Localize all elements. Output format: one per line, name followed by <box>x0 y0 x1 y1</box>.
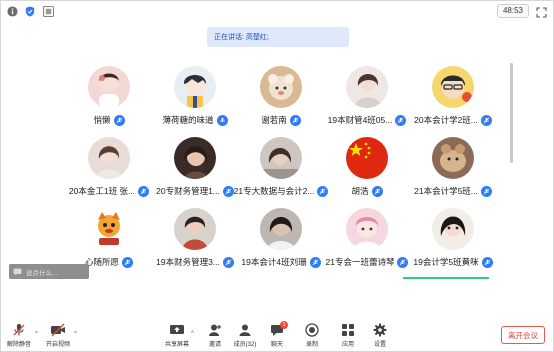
avatar <box>260 208 302 250</box>
participant-name: 谢若南 <box>261 115 287 125</box>
participant-name: 21专大数据与会计2... <box>233 186 315 196</box>
meeting-window: 48:53 正在讲话: 高楚红; 悄懒 薄荷糖的味道 谢若南 19本财管4班05… <box>0 0 554 352</box>
participant-name: 薄荷糖的味道 <box>162 115 214 125</box>
avatar <box>346 66 388 108</box>
invite-label: 邀请 <box>208 342 221 348</box>
unmute-button[interactable]: 解除静音 <box>4 323 34 348</box>
avatar <box>174 66 216 108</box>
shield-icon[interactable] <box>24 5 36 17</box>
avatar <box>346 137 388 179</box>
settings-label: 设置 <box>373 342 386 348</box>
meeting-timer: 48:53 <box>496 4 529 18</box>
chat-input-preview[interactable]: 说点什么... <box>9 264 89 279</box>
apps-button[interactable]: 应用 <box>333 323 363 348</box>
mic-icon <box>113 114 125 126</box>
avatar <box>88 66 130 108</box>
settings-button[interactable]: 设置 <box>365 323 395 348</box>
participant-name: 21专会一班蕾诗琴 <box>325 257 395 267</box>
participant-name: 19本财管4班05... <box>327 115 393 125</box>
participant-tile[interactable]: 19会计学5班黄咪 <box>396 207 506 273</box>
mic-icon <box>481 256 493 268</box>
share-screen-icon <box>170 325 184 334</box>
leave-meeting-button[interactable]: 离开会议 <box>501 326 545 344</box>
info-icon[interactable] <box>6 5 18 17</box>
participant-name: 19本会计4班刘珊 <box>241 257 307 267</box>
avatar <box>432 66 474 108</box>
participant-name: 20本会计学2班... <box>414 115 478 125</box>
avatar <box>174 208 216 250</box>
record-label: 录制 <box>305 342 318 348</box>
members-icon <box>239 324 251 336</box>
audio-options-chevron-icon[interactable]: ^ <box>35 331 38 337</box>
grid-view-icon[interactable] <box>42 5 54 17</box>
chat-button[interactable]: 1 聊天 <box>262 321 292 348</box>
avatar <box>432 208 474 250</box>
start-video-label: 开启视频 <box>45 342 70 348</box>
participant-tile[interactable]: 20本会计学2班... <box>396 65 506 131</box>
record-button[interactable]: 录制 <box>297 323 327 348</box>
participant-name: 胡浩 <box>351 186 369 196</box>
avatar <box>260 66 302 108</box>
avatar <box>432 137 474 179</box>
participant-name: 20本金工1班 张... <box>68 186 136 196</box>
mic-icon <box>480 185 492 197</box>
video-options-chevron-icon[interactable]: ^ <box>74 331 77 337</box>
participant-name: 21本会计学5班... <box>414 186 478 196</box>
mic-icon <box>371 185 383 197</box>
participant-name: 20专财务管理1... <box>156 186 220 196</box>
fullscreen-icon[interactable] <box>536 5 547 18</box>
top-bar: 48:53 <box>1 1 553 21</box>
share-options-chevron-icon[interactable]: ^ <box>191 331 194 337</box>
members-button[interactable]: 成员(32) <box>230 323 260 348</box>
invite-button[interactable]: 邀请 <box>200 323 230 348</box>
mic-icon <box>480 114 492 126</box>
mic-icon <box>122 256 133 268</box>
apps-icon <box>342 324 354 336</box>
avatar <box>346 208 388 250</box>
share-screen-label: 共享屏幕 <box>164 342 189 348</box>
participant-name: 悄懒 <box>93 115 111 125</box>
mic-icon <box>289 114 301 126</box>
participant-name: 19会计学5班黄咪 <box>413 257 479 267</box>
participant-name: 19本财务管理3... <box>156 257 220 267</box>
chat-bubble-icon <box>13 268 22 275</box>
participant-tile[interactable]: 21本会计学5班... <box>396 136 506 202</box>
invite-icon <box>209 324 221 336</box>
active-speaker-indicator <box>403 277 489 279</box>
speaking-indicator: 正在讲话: 高楚红; <box>207 27 349 47</box>
gear-icon <box>373 323 387 337</box>
participant-name: 心随所愿 <box>84 257 119 267</box>
scrollbar[interactable] <box>510 63 513 163</box>
video-off-icon <box>51 323 65 337</box>
start-video-button[interactable]: 开启视频 <box>43 323 73 348</box>
mic-muted-icon <box>13 324 25 336</box>
chat-unread-badge: 1 <box>280 321 288 329</box>
members-label: 成员(32) <box>233 342 257 348</box>
record-icon <box>305 323 319 337</box>
unmute-label: 解除静音 <box>6 342 31 348</box>
avatar <box>174 137 216 179</box>
share-screen-button[interactable]: 共享屏幕 <box>162 323 192 348</box>
chat-label: 聊天 <box>270 342 283 348</box>
avatar <box>260 137 302 179</box>
chat-placeholder: 说点什么... <box>26 269 58 277</box>
bottom-toolbar: 解除静音 ^ 开启视频 ^ 共享屏幕 ^ 邀请 成员(32) 1 聊天 录制 应… <box>1 319 553 352</box>
avatar <box>88 137 130 179</box>
avatar <box>88 208 130 250</box>
apps-label: 应用 <box>341 342 354 348</box>
